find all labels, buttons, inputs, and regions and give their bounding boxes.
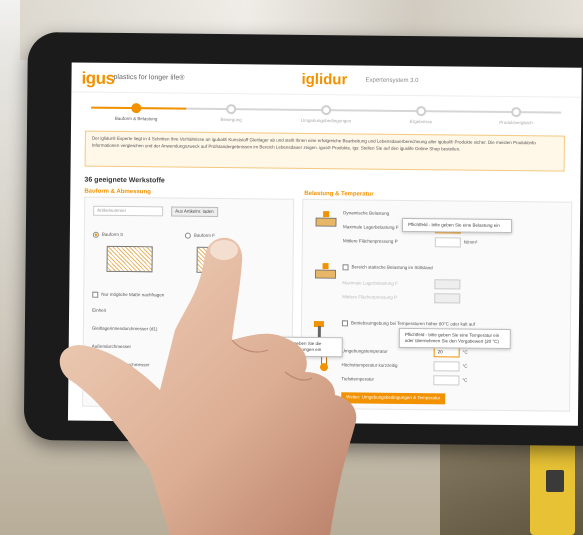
unit-label: Einheit [92,307,106,313]
unit-mm-1: mm [223,327,232,333]
step-label: Bewegung [220,117,242,123]
bauform-s-label: Bauform S [101,231,124,238]
ambient-temp-label: Umgebungstemperatur [341,348,388,354]
step-4[interactable]: Ergebnisse [376,104,466,125]
tablet-screen: igus plastics for longer life® iglidur E… [67,62,582,426]
step-label: Bauform & Belastung [114,115,158,122]
tooltip-load: Pflichtfeld - bitte geben Sie eine Belas… [401,217,513,234]
static-load-label: Bereich statische Belastung im Stillstan… [351,264,433,271]
unit-c-1: °C [462,349,468,355]
left-section-heading: Bauform & Abmessung [84,188,151,196]
step-3[interactable]: Umgebungsbedingungen [281,103,371,124]
tablet-home-button [321,427,348,438]
intro-box: Der iglidur® Experte liegt in 4 Schritte… [84,130,565,172]
slogan: plastics for longer life® [113,73,185,82]
outer-diameter-label: Außendurchmesser [91,343,132,350]
unit-mm-3: mm [223,363,232,369]
bauform-f-label: Bauform F [193,232,215,238]
max-temp-label: Höchsttemperatur kurzzeitig [341,362,398,368]
load-article-button[interactable]: Aus Artikelnr. laden [171,206,218,217]
step-dot [226,104,237,115]
surface-pressure-label: Mittlere Flächenpressung P [342,238,398,244]
surface-pressure-input[interactable] [434,237,461,248]
step-5[interactable]: Produktvergleich [471,105,561,126]
tooltip-temperature: Pflichtfeld - bitte geben Sie eine Tempe… [398,327,511,350]
inner-diameter-label: Gleitlagerinnendurchmesser (d1) [91,325,158,332]
outer-diameter-input[interactable] [193,342,220,354]
unit-mm-2: mm [223,345,232,351]
possible-sizes-label: Nur mögliche Maße nachfragen [101,291,165,298]
step-dot [131,103,142,114]
tooltip-dimensions: Pflichtfelder - bitte geben Sie die erfo… [250,336,343,358]
max-load-label: Maximale Lagerbelastung F [342,224,399,230]
static-pressure-input[interactable] [434,293,461,304]
length-input[interactable] [193,360,220,372]
product-logo: iglidur [301,70,348,89]
step-label: Ergebnisse [409,119,433,125]
unit-mpa: N/mm² [463,239,478,245]
static-load-checkbox[interactable] [342,264,349,271]
possible-sizes-checkbox[interactable] [92,291,99,298]
right-section-heading: Belastung & Temperatur [304,190,374,198]
site-header: igus plastics for longer life® iglidur E… [71,62,582,98]
min-temp-label: Tiefsttemperatur [341,376,375,382]
static-max-load-label: Maximale Lagerbelastung F [342,280,398,286]
step-dot [511,107,522,118]
dimensions-panel: Artikelnummer Aus Artikelnr. laden Baufo… [82,196,295,409]
unit-c-3: °C [462,377,468,383]
next-step-button[interactable]: Weiter: Umgebungsbedingungen & Temperatu… [341,392,446,405]
bauform-f-radio[interactable] [184,232,191,239]
step-1[interactable]: Bauform & Belastung [91,101,181,122]
step-2[interactable]: Bewegung [186,102,276,123]
product-subtitle: Expertensystem 3.0 [365,77,419,85]
min-temp-input[interactable] [433,375,460,386]
step-dot [321,105,332,116]
static-max-load-input[interactable] [434,279,461,290]
igus-logo[interactable]: igus [81,69,114,89]
unit-c-2: °C [462,363,468,369]
temperature-checkbox[interactable] [341,320,348,327]
progress-steps: Bauform & Belastung Bewegung Umgebungsbe… [91,101,562,130]
static-pressure-label: Mittlere Flächenpressung P [342,294,398,300]
bauform-s-radio[interactable] [92,231,99,238]
inner-diameter-input[interactable] [193,324,220,336]
static-load-icon [315,263,336,279]
step-label: Produktvergleich [499,119,533,126]
background-yellow-device-window [546,470,564,492]
tablet: igus plastics for longer life® iglidur E… [23,32,583,447]
bearing-f-drawing [196,246,237,274]
temperature-check-label: Betriebsumgebung bei Temperaturen höher … [350,320,476,327]
max-temp-input[interactable] [433,361,460,372]
article-number-input[interactable]: Artikelnummer [93,205,164,217]
step-dot [416,106,427,117]
dynamic-load-label: Dynamische Belastung [343,210,390,216]
results-count-title[interactable]: 36 geeignete Werkstoffe [84,177,164,185]
bearing-s-drawing [106,245,153,273]
step-label: Umgebungsbedingungen [300,117,352,124]
dynamic-load-icon [315,211,337,227]
length-label: Länge / Flanschdurchmesser [91,361,150,368]
ambient-temp-input[interactable]: 20 [433,347,460,358]
